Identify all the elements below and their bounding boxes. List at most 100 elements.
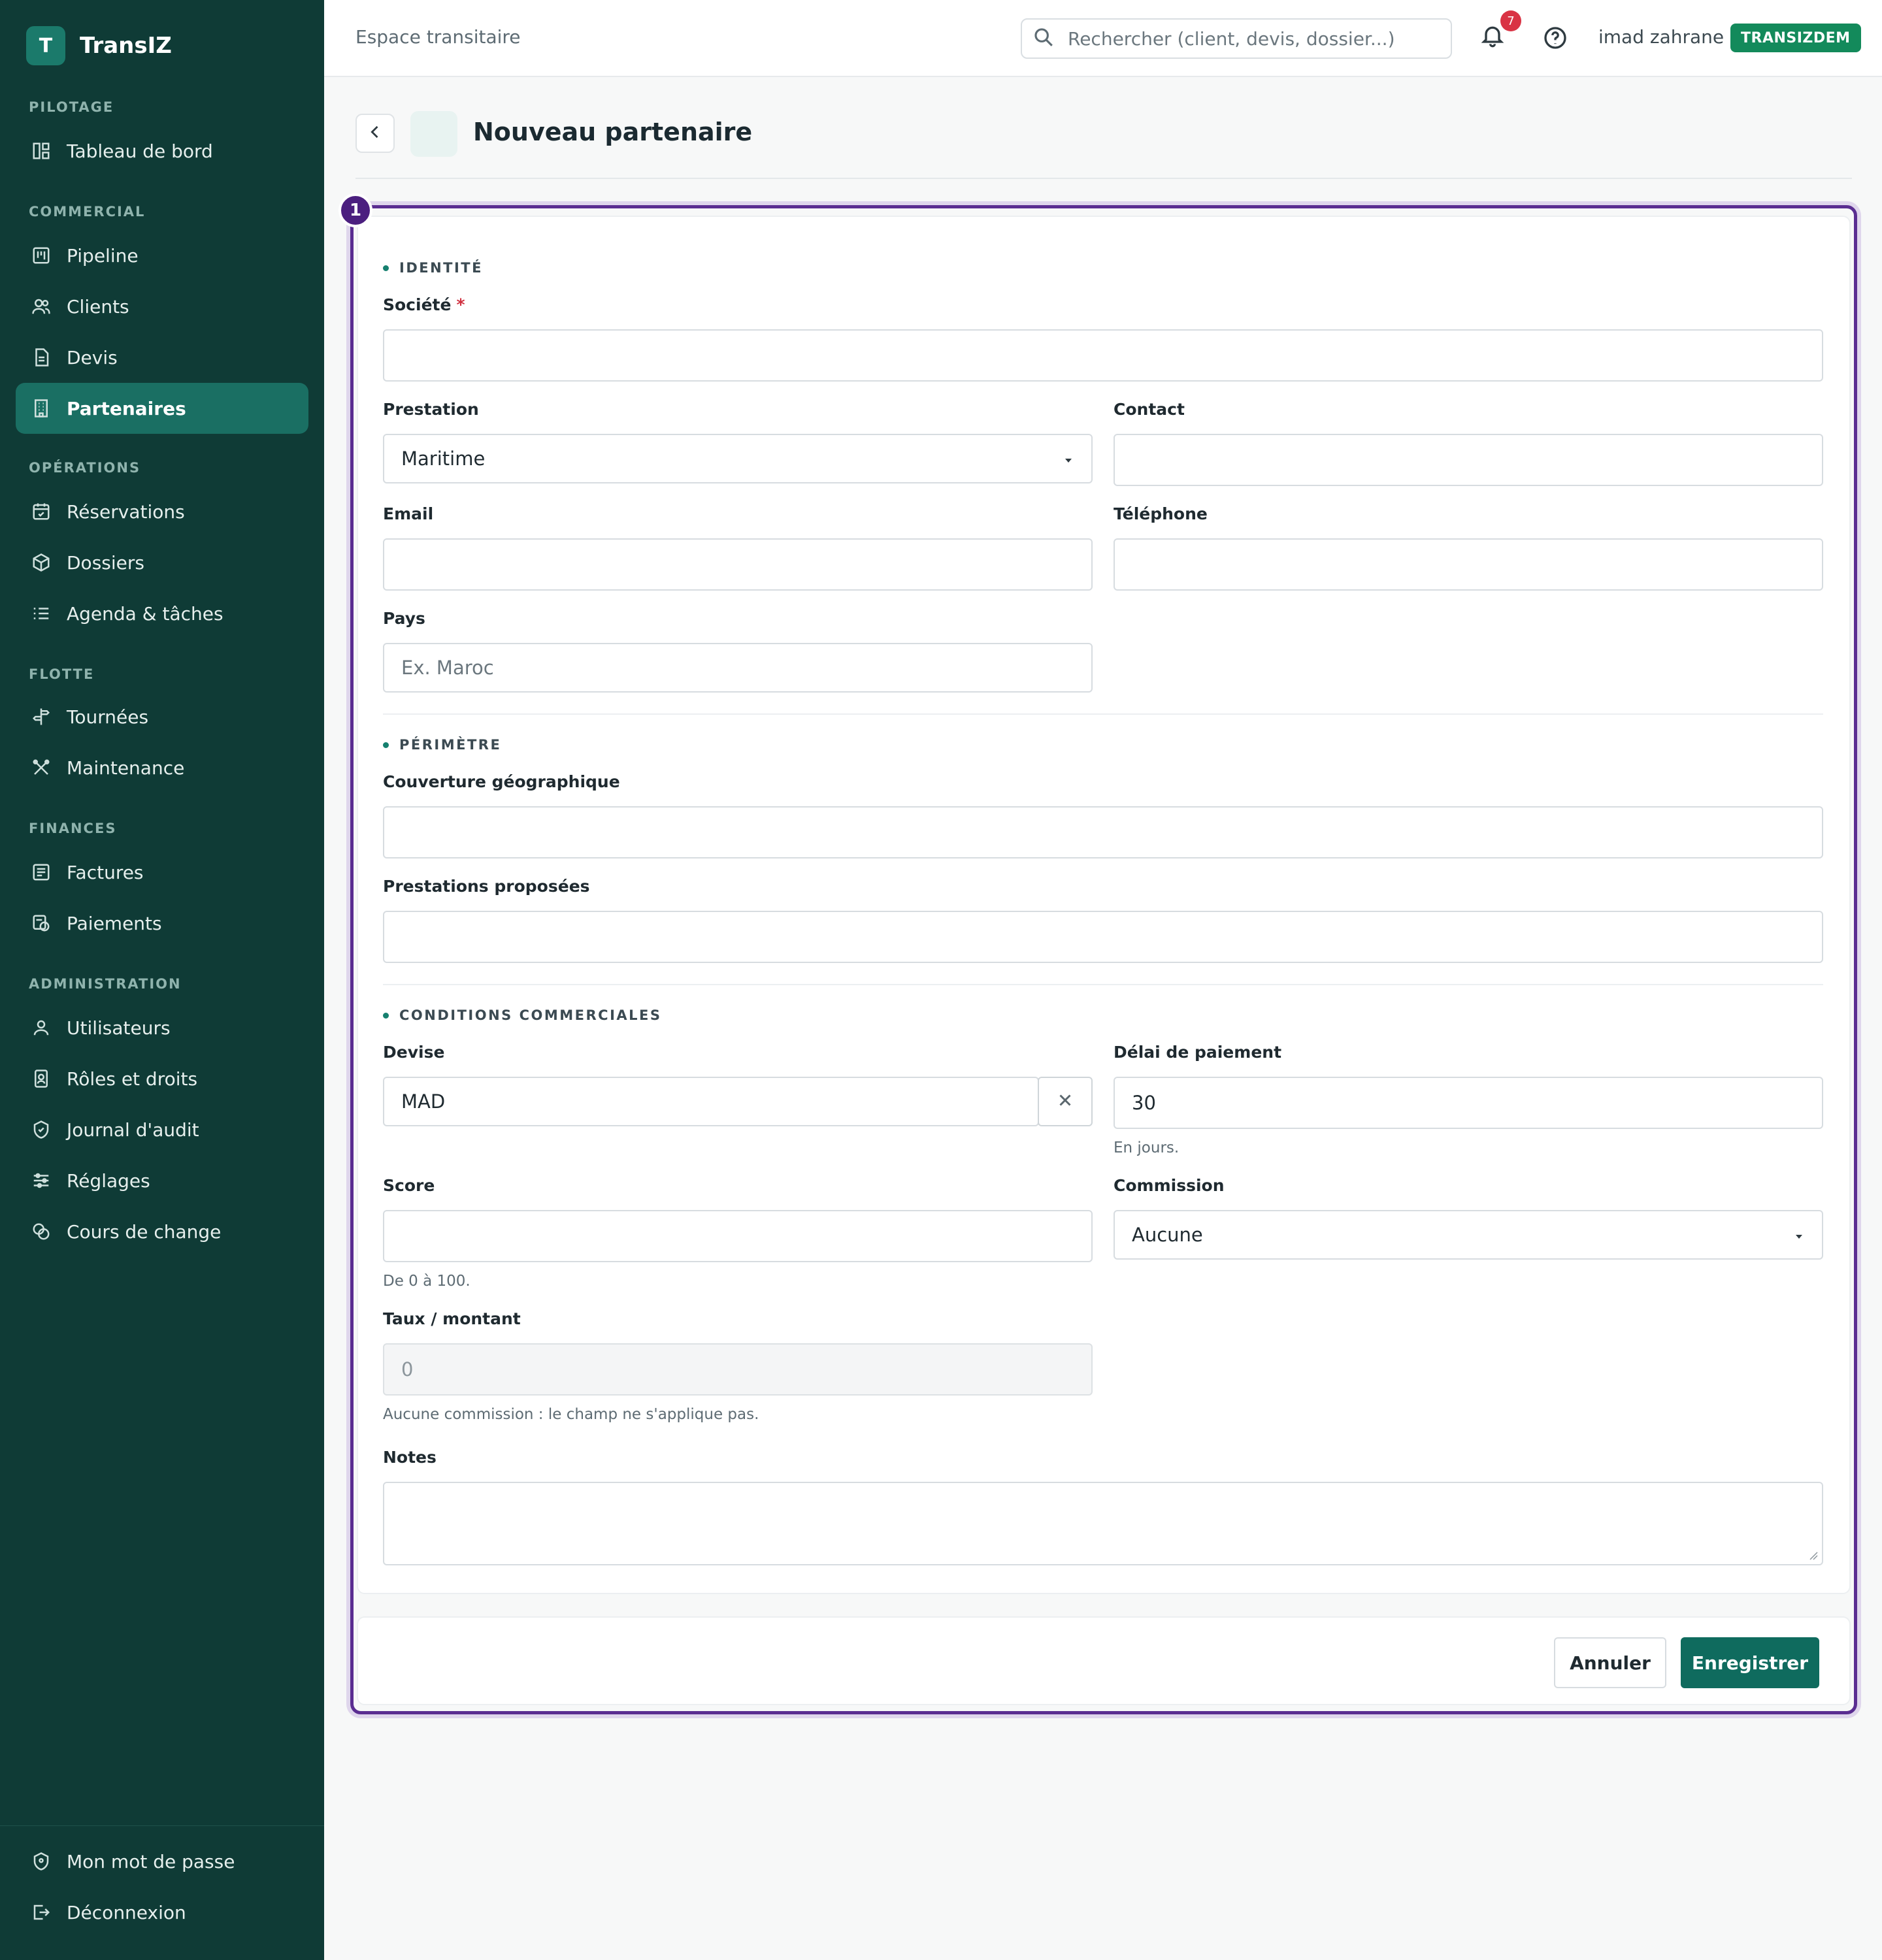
contact-input[interactable] bbox=[1114, 434, 1823, 486]
workspace-label: Espace transitaire bbox=[355, 26, 521, 48]
document-icon bbox=[30, 346, 52, 368]
close-icon bbox=[1055, 1090, 1075, 1113]
search-icon bbox=[1032, 26, 1055, 51]
help-icon[interactable] bbox=[1542, 25, 1568, 51]
org-badge: TRANSIZDEM bbox=[1730, 24, 1861, 52]
clear-devise-button[interactable] bbox=[1038, 1077, 1093, 1126]
nav-section-flotte: FLOTTE bbox=[29, 666, 95, 682]
sidebar-item-devis[interactable]: Devis bbox=[16, 332, 308, 383]
prestation-select[interactable]: Maritime bbox=[383, 434, 1093, 483]
sidebar-item-deconnexion[interactable]: Déconnexion bbox=[16, 1887, 308, 1938]
sidebar-item-paiements[interactable]: Paiements bbox=[16, 898, 308, 949]
sidebar-item-label: Déconnexion bbox=[67, 1901, 186, 1923]
user-name[interactable]: imad zahrane bbox=[1598, 26, 1724, 48]
sidebar-item-factures[interactable]: Factures bbox=[16, 847, 308, 898]
prestations-proposees-label: Prestations proposées bbox=[383, 877, 590, 896]
sidebar-item-label: Maintenance bbox=[67, 757, 185, 779]
currency-icon bbox=[30, 1220, 52, 1243]
sidebar-item-pipeline[interactable]: Pipeline bbox=[16, 230, 308, 281]
sidebar-item-reservations[interactable]: Réservations bbox=[16, 486, 308, 537]
brand[interactable]: T TransIZ bbox=[26, 26, 172, 65]
sidebar-item-label: Devis bbox=[67, 346, 118, 368]
taux-value: 0 bbox=[401, 1358, 414, 1380]
section-dot bbox=[383, 265, 389, 271]
prestations-proposees-input[interactable] bbox=[383, 911, 1823, 963]
sidebar-item-tableau-de-bord[interactable]: Tableau de bord bbox=[16, 125, 308, 176]
notifications-badge: 7 bbox=[1500, 10, 1521, 31]
calendar-check-icon bbox=[30, 500, 52, 523]
building-icon bbox=[30, 397, 52, 419]
sidebar-item-label: Pipeline bbox=[67, 244, 139, 267]
required-mark: * bbox=[456, 295, 465, 314]
step-badge: 1 bbox=[338, 193, 372, 227]
sidebar-item-reglages[interactable]: Réglages bbox=[16, 1155, 308, 1206]
score-input[interactable] bbox=[383, 1210, 1093, 1262]
sidebar-item-label: Réglages bbox=[67, 1169, 150, 1192]
search-input[interactable]: Rechercher (client, devis, dossier...) bbox=[1021, 18, 1452, 59]
sidebar-item-label: Rôles et droits bbox=[67, 1068, 198, 1090]
brand-logo: T bbox=[26, 26, 65, 65]
email-label: Email bbox=[383, 504, 434, 523]
dashboard-icon bbox=[30, 140, 52, 162]
pays-label: Pays bbox=[383, 609, 425, 628]
notes-textarea[interactable] bbox=[383, 1482, 1823, 1565]
invoice-icon bbox=[30, 861, 52, 883]
telephone-field[interactable] bbox=[1114, 538, 1823, 591]
search-placeholder: Rechercher (client, devis, dossier...) bbox=[1068, 27, 1395, 50]
sidebar-divider bbox=[0, 1825, 324, 1826]
societe-input[interactable] bbox=[383, 329, 1823, 382]
prestation-value: Maritime bbox=[401, 448, 486, 470]
delai-input[interactable]: 30 bbox=[1114, 1077, 1823, 1129]
sidebar-item-agenda[interactable]: Agenda & tâches bbox=[16, 588, 308, 639]
sidebar-item-label: Paiements bbox=[67, 912, 162, 934]
sidebar-item-partenaires[interactable]: Partenaires bbox=[16, 383, 308, 434]
section-dot bbox=[383, 1012, 389, 1019]
delai-label: Délai de paiement bbox=[1114, 1043, 1282, 1062]
sidebar-item-utilisateurs[interactable]: Utilisateurs bbox=[16, 1002, 308, 1053]
save-button[interactable]: Enregistrer bbox=[1681, 1637, 1819, 1688]
section-title-text: CONDITIONS COMMERCIALES bbox=[399, 1007, 662, 1023]
sidebar-item-tournees[interactable]: Tournées bbox=[16, 691, 308, 742]
email-field[interactable] bbox=[383, 538, 1093, 591]
sidebar-item-label: Partenaires bbox=[67, 397, 186, 419]
sidebar-item-roles[interactable]: Rôles et droits bbox=[16, 1053, 308, 1104]
sidebar-item-label: Réservations bbox=[67, 500, 185, 523]
taux-help: Aucune commission : le champ ne s'appliq… bbox=[383, 1406, 759, 1423]
sliders-icon bbox=[30, 1169, 52, 1192]
sidebar-item-clients[interactable]: Clients bbox=[16, 281, 308, 332]
users-icon bbox=[30, 295, 52, 318]
sidebar-item-label: Cours de change bbox=[67, 1220, 222, 1243]
nav-section-finances: FINANCES bbox=[29, 821, 117, 836]
sidebar-item-label: Mon mot de passe bbox=[67, 1850, 235, 1872]
shield-check-icon bbox=[30, 1119, 52, 1141]
nav-section-administration: ADMINISTRATION bbox=[29, 976, 182, 992]
cancel-button[interactable]: Annuler bbox=[1554, 1637, 1666, 1688]
section-title-text: PÉRIMÈTRE bbox=[399, 737, 502, 753]
score-label: Score bbox=[383, 1176, 435, 1195]
pays-input[interactable]: Ex. Maroc bbox=[383, 643, 1093, 693]
commission-label: Commission bbox=[1114, 1176, 1225, 1195]
section-divider bbox=[383, 713, 1823, 715]
back-button[interactable] bbox=[355, 114, 395, 153]
sidebar-item-label: Utilisateurs bbox=[67, 1017, 171, 1039]
sidebar-item-dossiers[interactable]: Dossiers bbox=[16, 537, 308, 588]
sidebar-item-cours-de-change[interactable]: Cours de change bbox=[16, 1206, 308, 1257]
section-dot bbox=[383, 742, 389, 748]
couverture-input[interactable] bbox=[383, 806, 1823, 858]
page-icon-placeholder bbox=[410, 111, 457, 157]
couverture-label: Couverture géographique bbox=[383, 772, 620, 791]
commission-select[interactable]: Aucune bbox=[1114, 1210, 1823, 1260]
prestation-label: Prestation bbox=[383, 400, 479, 419]
kanban-icon bbox=[30, 244, 52, 267]
sidebar-item-maintenance[interactable]: Maintenance bbox=[16, 742, 308, 793]
resize-grip-icon[interactable] bbox=[1808, 1550, 1818, 1560]
shield-icon bbox=[30, 1850, 52, 1872]
section-conditions: CONDITIONS COMMERCIALES bbox=[383, 1007, 662, 1023]
sidebar-item-journal[interactable]: Journal d'audit bbox=[16, 1104, 308, 1155]
package-icon bbox=[30, 551, 52, 574]
brand-name: TransIZ bbox=[80, 33, 172, 59]
pays-placeholder: Ex. Maroc bbox=[401, 657, 494, 679]
sidebar-item-mot-de-passe[interactable]: Mon mot de passe bbox=[16, 1836, 308, 1887]
header-divider bbox=[355, 178, 1852, 179]
devise-input[interactable]: MAD bbox=[383, 1077, 1039, 1126]
